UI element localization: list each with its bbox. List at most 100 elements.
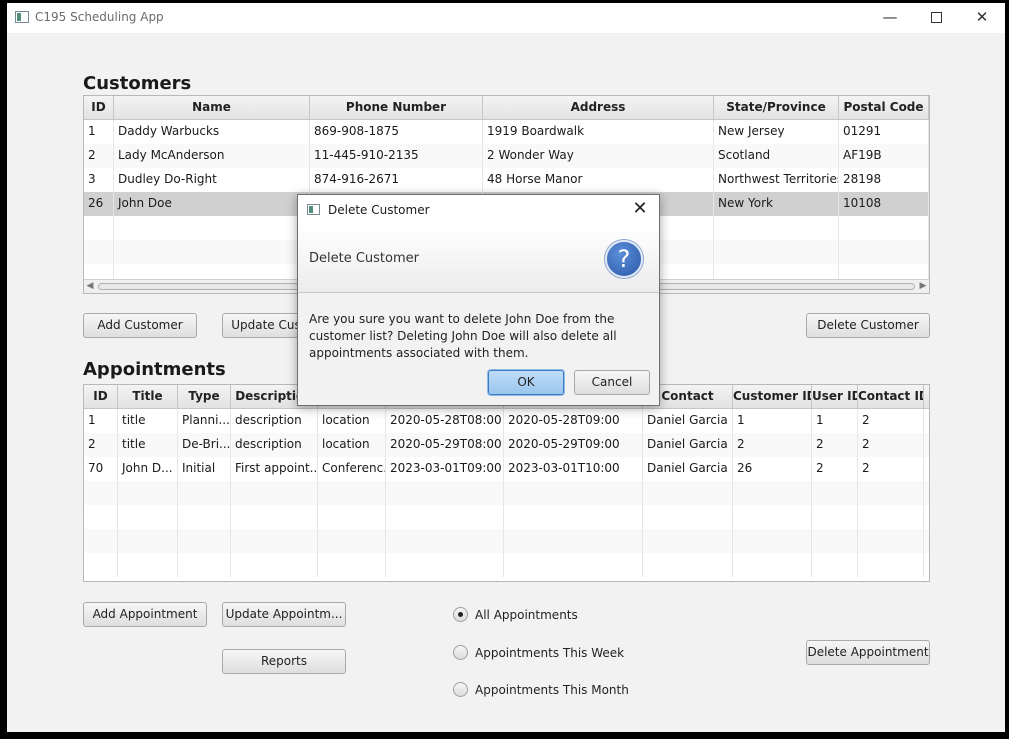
table-cell: AF19B (839, 144, 929, 168)
table-cell (318, 553, 386, 577)
table-cell: 2 (858, 433, 924, 457)
table-cell: 2023-03-01T09:00 (386, 457, 504, 481)
table-cell: Initial (178, 457, 231, 481)
table-cell: 2 Wonder Way (483, 144, 714, 168)
table-cell (84, 529, 118, 553)
column-header[interactable]: ID (84, 385, 118, 409)
window-titlebar[interactable]: C195 Scheduling App — ✕ (7, 3, 1005, 33)
table-cell: 2 (858, 409, 924, 433)
table-cell (231, 481, 318, 505)
table-cell (643, 505, 733, 529)
column-header[interactable]: Title (118, 385, 178, 409)
radio-button[interactable] (453, 645, 468, 660)
table-cell (84, 481, 118, 505)
table-cell (858, 529, 924, 553)
app-window-icon (15, 11, 29, 23)
radio-button[interactable] (453, 682, 468, 697)
table-cell: Daddy Warbucks (114, 120, 310, 144)
column-header[interactable]: Type (178, 385, 231, 409)
column-header[interactable]: Contact ID (858, 385, 924, 409)
table-cell (231, 505, 318, 529)
column-header[interactable]: Customer ID (733, 385, 812, 409)
table-cell: 2 (858, 457, 924, 481)
table-cell: 2020-05-29T09:00 (504, 433, 643, 457)
column-header[interactable]: ID (84, 96, 114, 120)
column-header[interactable]: User ID (812, 385, 858, 409)
empty-table-row[interactable] (84, 553, 929, 577)
table-cell (504, 481, 643, 505)
table-cell: New York (714, 192, 839, 216)
reports-button[interactable]: Reports (222, 649, 346, 674)
filter-option[interactable]: All Appointments (453, 607, 578, 622)
dialog-window-icon (307, 204, 320, 215)
table-cell (114, 240, 310, 264)
dialog-titlebar[interactable]: Delete Customer ✕ (298, 195, 659, 225)
table-cell (178, 481, 231, 505)
table-cell (178, 553, 231, 577)
maximize-button[interactable] (913, 3, 959, 33)
table-cell (118, 481, 178, 505)
table-cell (118, 529, 178, 553)
delete-appointment-button[interactable]: Delete Appointment (806, 640, 930, 665)
add-customer-button[interactable]: Add Customer (83, 313, 197, 338)
column-header[interactable]: Name (114, 96, 310, 120)
scroll-left-icon[interactable]: ◀ (84, 280, 96, 293)
table-row[interactable]: 1 Daddy Warbucks 869-908-1875 1919 Boardwal… (84, 120, 929, 144)
filter-option[interactable]: Appointments This Week (453, 645, 624, 660)
scroll-right-icon[interactable]: ▶ (917, 280, 929, 293)
table-cell: 2023-03-01T10:00 (504, 457, 643, 481)
appointments-table[interactable]: IDTitleTypeDescriptionLocationStartEndCo… (83, 384, 930, 582)
table-cell: 869-908-1875 (310, 120, 483, 144)
column-header[interactable]: Postal Code (839, 96, 929, 120)
maximize-icon (930, 12, 942, 23)
radio-button[interactable] (453, 607, 468, 622)
close-window-button[interactable]: ✕ (959, 3, 1005, 33)
ok-button[interactable]: OK (488, 370, 564, 395)
table-row[interactable]: 1 title Planni... description location 2020-0… (84, 409, 929, 433)
radio-label: Appointments This Week (475, 645, 625, 660)
table-cell (318, 505, 386, 529)
column-header[interactable]: Phone Number (310, 96, 483, 120)
table-cell: Scotland (714, 144, 839, 168)
update-appointment-button[interactable]: Update Appointm... (222, 602, 346, 627)
table-cell: 2 (84, 433, 118, 457)
table-cell: Dudley Do-Right (114, 168, 310, 192)
table-cell: title (118, 409, 178, 433)
appointments-table-body: 1 title Planni... description location 2020-0… (84, 409, 929, 577)
column-header[interactable]: Address (483, 96, 714, 120)
cancel-button[interactable]: Cancel (574, 370, 650, 395)
table-cell: Daniel Garcia (643, 457, 733, 481)
customers-table-header: ID Name Phone Number Address State/Province P… (84, 96, 929, 120)
table-cell: description (231, 433, 318, 457)
table-row[interactable]: 2 title De-Bri... description location 2020-0… (84, 433, 929, 457)
table-cell (714, 216, 839, 240)
filter-option[interactable]: Appointments This Month (453, 682, 629, 697)
table-cell: 1 (84, 409, 118, 433)
table-cell: 1919 Boardwalk (483, 120, 714, 144)
table-cell (714, 240, 839, 264)
table-cell: Conferenc... (318, 457, 386, 481)
table-cell: John D... (118, 457, 178, 481)
table-cell: 1 (733, 409, 812, 433)
dialog-close-button[interactable]: ✕ (628, 198, 652, 220)
empty-table-row[interactable] (84, 505, 929, 529)
table-cell: 2020-05-28T08:00 (386, 409, 504, 433)
table-row[interactable]: 3 Dudley Do-Right 874-916-2671 48 Horse Man… (84, 168, 929, 192)
table-cell: 26 (733, 457, 812, 481)
minimize-button[interactable]: — (867, 3, 913, 33)
delete-customer-button[interactable]: Delete Customer (806, 313, 930, 338)
column-header[interactable]: State/Province (714, 96, 839, 120)
table-cell: 2020-05-29T08:00 (386, 433, 504, 457)
table-cell: Planni... (178, 409, 231, 433)
table-cell: De-Bri... (178, 433, 231, 457)
table-cell: 2 (84, 144, 114, 168)
add-appointment-button[interactable]: Add Appointment (83, 602, 207, 627)
table-row[interactable]: 2 Lady McAnderson 11-445-910-2135 2 Wonder … (84, 144, 929, 168)
table-row[interactable]: 70 John D... Initial First appoint... Confer… (84, 457, 929, 481)
table-cell: 11-445-910-2135 (310, 144, 483, 168)
table-cell (318, 481, 386, 505)
table-cell: location (318, 433, 386, 457)
table-cell (386, 505, 504, 529)
empty-table-row[interactable] (84, 481, 929, 505)
empty-table-row[interactable] (84, 529, 929, 553)
